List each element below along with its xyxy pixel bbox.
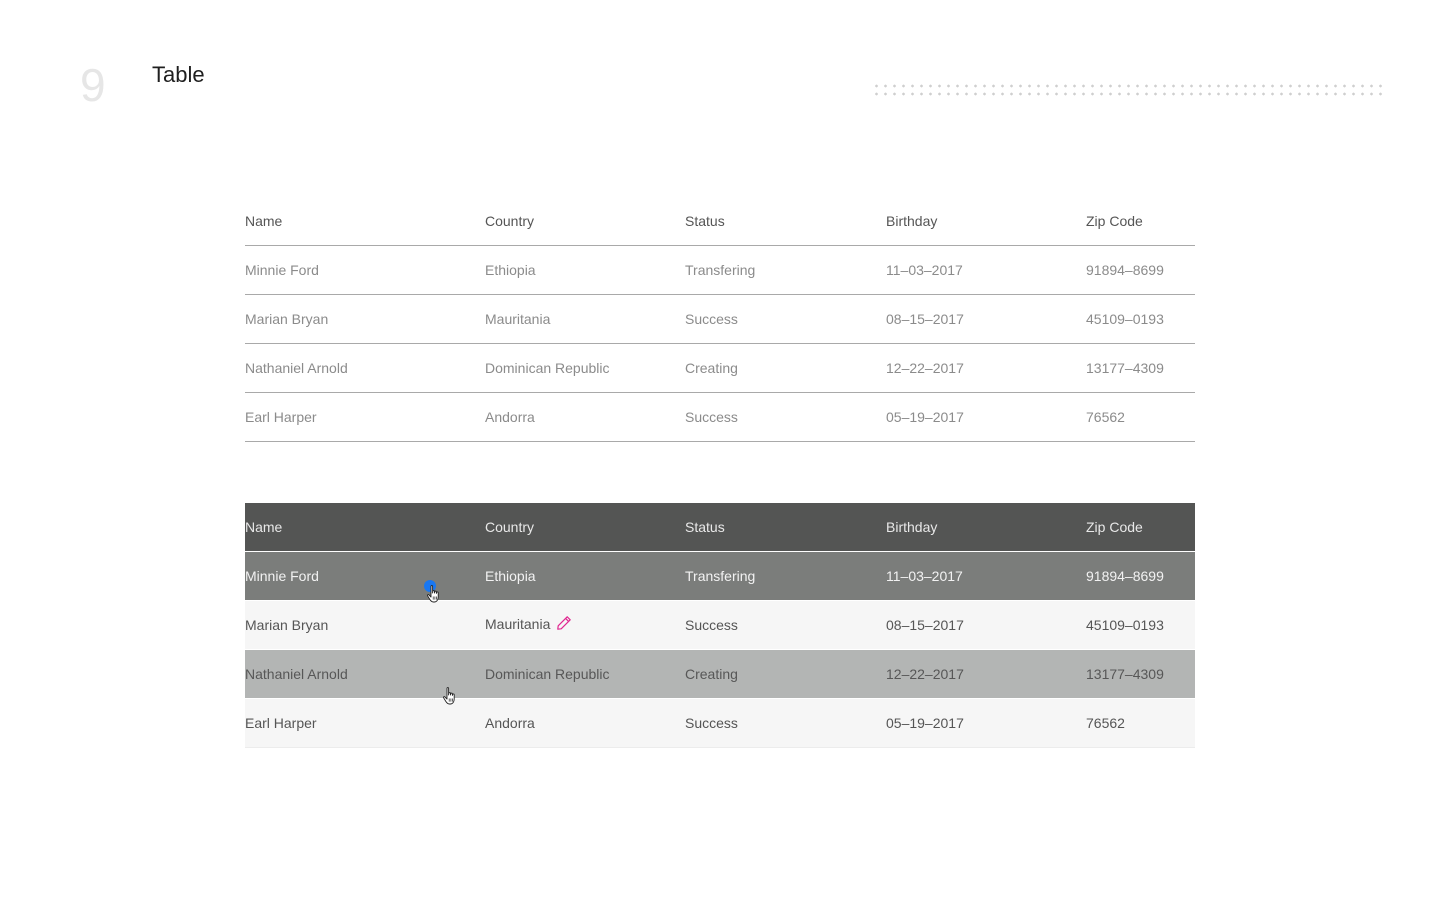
dotted-decoration [872, 82, 1382, 96]
pencil-icon[interactable] [556, 615, 572, 634]
column-header-name[interactable]: Name [245, 503, 485, 552]
cell-zip-code: 45109–0193 [1086, 600, 1195, 650]
cell-name: Nathaniel Arnold [245, 343, 485, 393]
table-row[interactable]: Earl Harper Andorra Success 05–19–2017 7… [245, 698, 1195, 748]
cell-zip-code: 13177–4309 [1086, 649, 1195, 699]
cell-birthday: 12–22–2017 [886, 343, 1086, 393]
plain-table: Name Country Status Birthday Zip Code Mi… [245, 197, 1195, 442]
cell-zip-code: 91894–8699 [1086, 551, 1195, 601]
table-row[interactable]: Marian Bryan Mauritania Success 08–15–20… [245, 294, 1195, 344]
cell-country: Mauritania [485, 294, 685, 344]
cell-birthday: 05–19–2017 [886, 698, 1086, 748]
column-header-status[interactable]: Status [685, 503, 886, 552]
column-header-birthday[interactable]: Birthday [886, 503, 1086, 552]
table-row[interactable]: Earl Harper Andorra Success 05–19–2017 7… [245, 392, 1195, 442]
cell-status: Success [685, 698, 886, 748]
cell-zip-code: 76562 [1086, 698, 1195, 748]
cell-name: Minnie Ford [245, 245, 485, 295]
cell-birthday: 12–22–2017 [886, 649, 1086, 699]
cell-country: Ethiopia [485, 551, 685, 601]
cell-country: Andorra [485, 392, 685, 442]
column-header-name[interactable]: Name [245, 197, 485, 246]
cell-birthday: 08–15–2017 [886, 600, 1086, 650]
cell-birthday: 05–19–2017 [886, 392, 1086, 442]
column-header-country[interactable]: Country [485, 197, 685, 246]
cell-country: Ethiopia [485, 245, 685, 295]
table-row-selected[interactable]: Minnie Ford Ethiopia Transfering 11–03–2… [245, 551, 1195, 601]
cell-status: Success [685, 600, 886, 650]
cell-country-editable[interactable]: Mauritania [485, 600, 685, 650]
cell-status: Success [685, 392, 886, 442]
styled-table: Name Country Status Birthday Zip Code Mi… [245, 503, 1195, 748]
cell-status: Creating [685, 343, 886, 393]
table-header-row: Name Country Status Birthday Zip Code [245, 197, 1195, 246]
cell-status: Success [685, 294, 886, 344]
cell-birthday: 11–03–2017 [886, 551, 1086, 601]
cell-name: Earl Harper [245, 698, 485, 748]
column-header-country[interactable]: Country [485, 503, 685, 552]
click-indicator [424, 580, 436, 592]
cell-zip-code: 45109–0193 [1086, 294, 1195, 344]
page-title: Table [152, 62, 205, 87]
cell-zip-code: 91894–8699 [1086, 245, 1195, 295]
cell-name: Nathaniel Arnold [245, 649, 485, 699]
cell-zip-code: 76562 [1086, 392, 1195, 442]
cell-name: Marian Bryan [245, 600, 485, 650]
cell-country: Dominican Republic [485, 649, 685, 699]
cell-name: Earl Harper [245, 392, 485, 442]
table-row-editing[interactable]: Marian Bryan Mauritania Success 08–15–20… [245, 600, 1195, 650]
cell-country: Andorra [485, 698, 685, 748]
column-header-zip-code[interactable]: Zip Code [1086, 197, 1195, 246]
cell-country: Dominican Republic [485, 343, 685, 393]
table-row[interactable]: Minnie Ford Ethiopia Transfering 11–03–2… [245, 245, 1195, 295]
cell-status: Creating [685, 649, 886, 699]
table-row-hover[interactable]: Nathaniel Arnold Dominican Republic Crea… [245, 649, 1195, 699]
table-row[interactable]: Nathaniel Arnold Dominican Republic Crea… [245, 343, 1195, 393]
column-header-zip-code[interactable]: Zip Code [1086, 503, 1195, 552]
cell-name: Minnie Ford [245, 551, 485, 601]
cell-birthday: 08–15–2017 [886, 294, 1086, 344]
cell-zip-code: 13177–4309 [1086, 343, 1195, 393]
column-header-status[interactable]: Status [685, 197, 886, 246]
cell-country-text: Mauritania [485, 616, 551, 633]
table-header-row: Name Country Status Birthday Zip Code [245, 503, 1195, 552]
cell-status: Transfering [685, 245, 886, 295]
cell-birthday: 11–03–2017 [886, 245, 1086, 295]
section-number: 9 [80, 59, 106, 111]
cell-name: Marian Bryan [245, 294, 485, 344]
cell-status: Transfering [685, 551, 886, 601]
column-header-birthday[interactable]: Birthday [886, 197, 1086, 246]
